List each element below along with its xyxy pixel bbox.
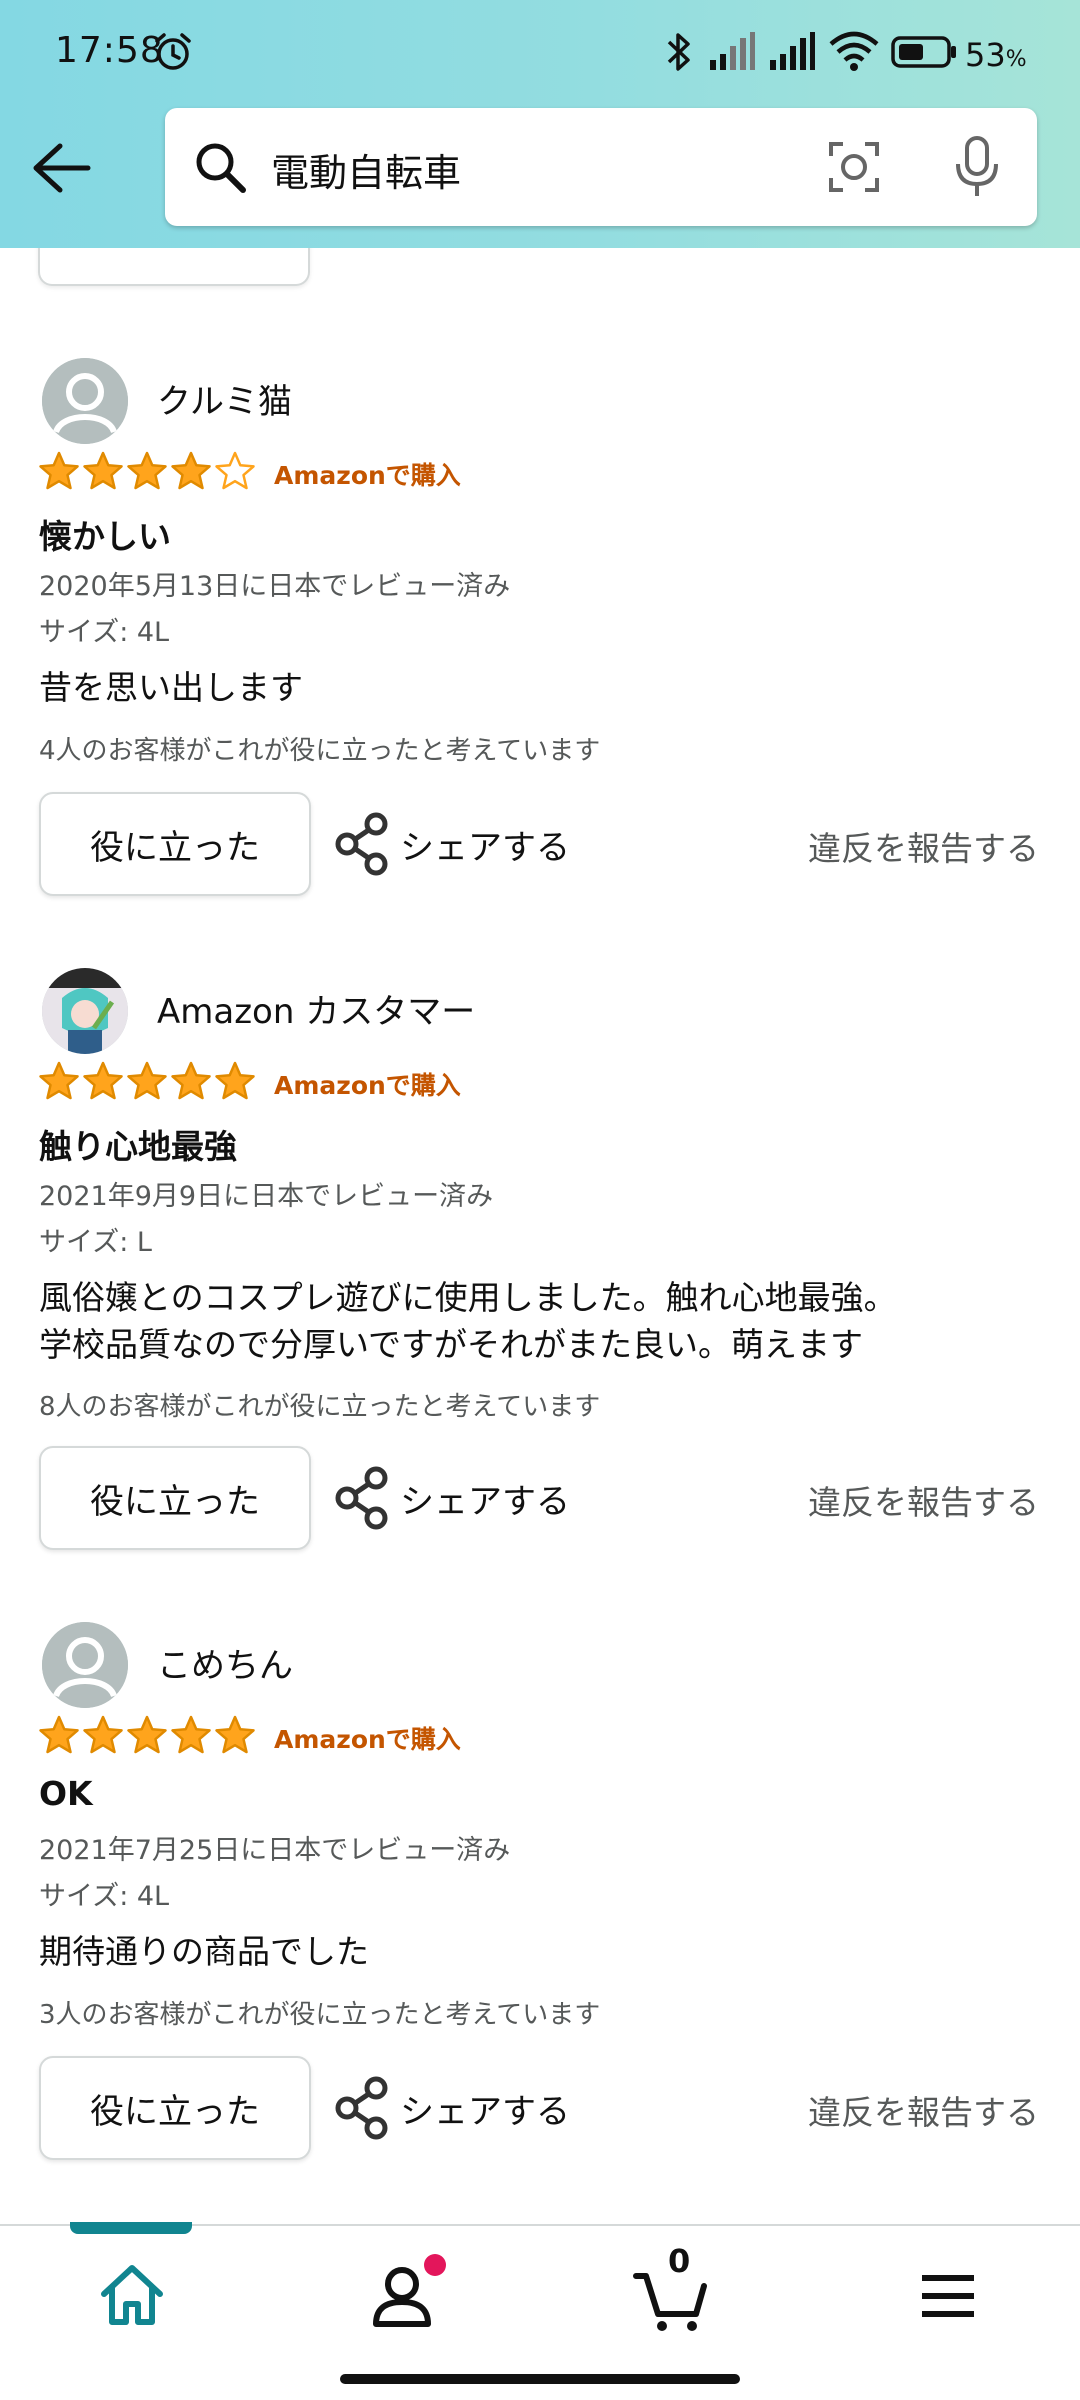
star-filled-icon: [127, 451, 167, 490]
report-link[interactable]: 違反を報告する: [808, 822, 1039, 870]
review-body-line: 期待通りの商品でした: [39, 1932, 369, 1971]
star-rating: [38, 450, 256, 492]
notification-badge: [424, 2254, 446, 2276]
star-filled-icon: [39, 1061, 79, 1100]
star-empty-icon: [215, 451, 255, 490]
review-body: 昔を思い出します: [39, 664, 1039, 711]
star-filled-icon: [171, 1061, 211, 1100]
share-label: シェアする: [400, 2091, 570, 2132]
report-link[interactable]: 違反を報告する: [808, 1476, 1039, 1524]
share-button[interactable]: シェアする: [332, 2068, 572, 2148]
review-item: クルミ猫 Amazonで購入 懐かしい 2020年5月13日に日本でレビュー済み…: [0, 358, 1080, 968]
helpful-button[interactable]: 役に立った: [39, 792, 311, 896]
helpful-count: 3人のお客様がこれが役に立ったと考えています: [39, 2000, 601, 2030]
review-item: Amazon カスタマー Amazonで購入 触り心地最強 2021年9月9日に…: [0, 968, 1080, 1578]
star-filled-icon: [127, 1715, 167, 1754]
star-filled-icon: [127, 1061, 167, 1100]
microphone-icon[interactable]: [950, 134, 1004, 200]
helpful-button[interactable]: 役に立った: [39, 1446, 311, 1550]
battery-value: 53: [965, 36, 1006, 74]
default-avatar-icon: [42, 358, 128, 444]
share-label: シェアする: [400, 827, 570, 868]
battery-icon: [891, 36, 956, 68]
reviewer-name[interactable]: こめちん: [157, 1638, 293, 1687]
battery-unit: %: [1005, 47, 1027, 72]
review-list: クルミ猫 Amazonで購入 懐かしい 2020年5月13日に日本でレビュー済み…: [0, 0, 1080, 2226]
bottom-navigation: 0: [0, 2222, 1080, 2358]
helpful-button[interactable]: 役に立った: [39, 2056, 311, 2160]
review-body-line: 昔を思い出します: [39, 668, 303, 707]
star-filled-icon: [215, 1715, 255, 1754]
review-body-line: 風俗嬢とのコスプレ遊びに使用しました。触れ心地最強。: [39, 1278, 897, 1317]
star-rating: [38, 1060, 256, 1102]
verified-purchase-badge: Amazonで購入: [274, 1725, 461, 1754]
report-link[interactable]: 違反を報告する: [808, 2086, 1039, 2134]
search-bar[interactable]: 電動自転車: [165, 108, 1037, 226]
star-rating: [38, 1714, 256, 1756]
gesture-bar: [0, 2358, 1080, 2400]
reviewer-name[interactable]: Amazon カスタマー: [157, 984, 475, 1033]
review-title: OK: [39, 1774, 93, 1813]
wifi-icon: [829, 31, 879, 71]
star-filled-icon: [215, 1061, 255, 1100]
search-icon: [196, 143, 246, 193]
active-tab-indicator: [70, 2222, 192, 2234]
review-size: サイズ: L: [39, 1227, 152, 1258]
share-icon: [335, 1466, 388, 1530]
share-icon: [335, 812, 388, 876]
default-avatar-icon: [42, 1622, 128, 1708]
star-filled-icon: [83, 1061, 123, 1100]
signal-icon-1: [710, 32, 755, 70]
app-header: 17:58 53% 電動自転車: [0, 0, 1080, 248]
star-filled-icon: [39, 451, 79, 490]
share-button[interactable]: シェアする: [332, 1458, 572, 1538]
review-body: 期待通りの商品でした: [39, 1928, 1039, 1975]
review-date: 2021年9月9日に日本でレビュー済み: [39, 1181, 494, 1212]
status-time: 17:58: [55, 30, 164, 71]
back-arrow-icon[interactable]: [28, 138, 94, 198]
cart-count: 0: [668, 2242, 691, 2280]
review-body-line: 学校品質なので分厚いですがそれがまた良い。萌えます: [39, 1325, 864, 1364]
menu-icon[interactable]: [908, 2256, 988, 2336]
helpful-count: 4人のお客様がこれが役に立ったと考えています: [39, 736, 601, 766]
review-size: サイズ: 4L: [39, 1881, 170, 1912]
star-filled-icon: [171, 1715, 211, 1754]
review-title: 触り心地最強: [39, 1127, 237, 1166]
verified-purchase-badge: Amazonで購入: [274, 1071, 461, 1100]
share-icon: [335, 2076, 388, 2140]
home-gesture-pill[interactable]: [340, 2374, 740, 2384]
star-filled-icon: [171, 451, 211, 490]
star-filled-icon: [83, 451, 123, 490]
review-date: 2020年5月13日に日本でレビュー済み: [39, 571, 511, 602]
share-label: シェアする: [400, 1481, 570, 1522]
signal-icon-2: [770, 32, 815, 70]
share-button[interactable]: シェアする: [332, 804, 572, 884]
alarm-icon: [155, 33, 191, 70]
review-body: 風俗嬢とのコスプレ遊びに使用しました。触れ心地最強。 学校品質なので分厚いですが…: [39, 1274, 1039, 1368]
home-icon[interactable]: [92, 2256, 172, 2336]
battery-level: 53%: [965, 36, 1027, 74]
review-item: こめちん Amazonで購入 OK 2021年7月25日に日本でレビュー済み サ…: [0, 1622, 1080, 2226]
anime-character-avatar: [42, 968, 128, 1054]
star-filled-icon: [39, 1715, 79, 1754]
bluetooth-icon: [667, 33, 690, 71]
status-bar: 17:58 53%: [0, 0, 1080, 100]
review-size: サイズ: 4L: [39, 617, 170, 648]
review-title: 懐かしい: [39, 517, 171, 556]
helpful-count: 8人のお客様がこれが役に立ったと考えています: [39, 1392, 601, 1422]
camera-lens-icon[interactable]: [825, 138, 883, 196]
reviewer-name[interactable]: クルミ猫: [157, 374, 292, 423]
star-filled-icon: [83, 1715, 123, 1754]
verified-purchase-badge: Amazonで購入: [274, 461, 461, 490]
search-input[interactable]: 電動自転車: [271, 142, 461, 197]
review-date: 2021年7月25日に日本でレビュー済み: [39, 1835, 511, 1866]
